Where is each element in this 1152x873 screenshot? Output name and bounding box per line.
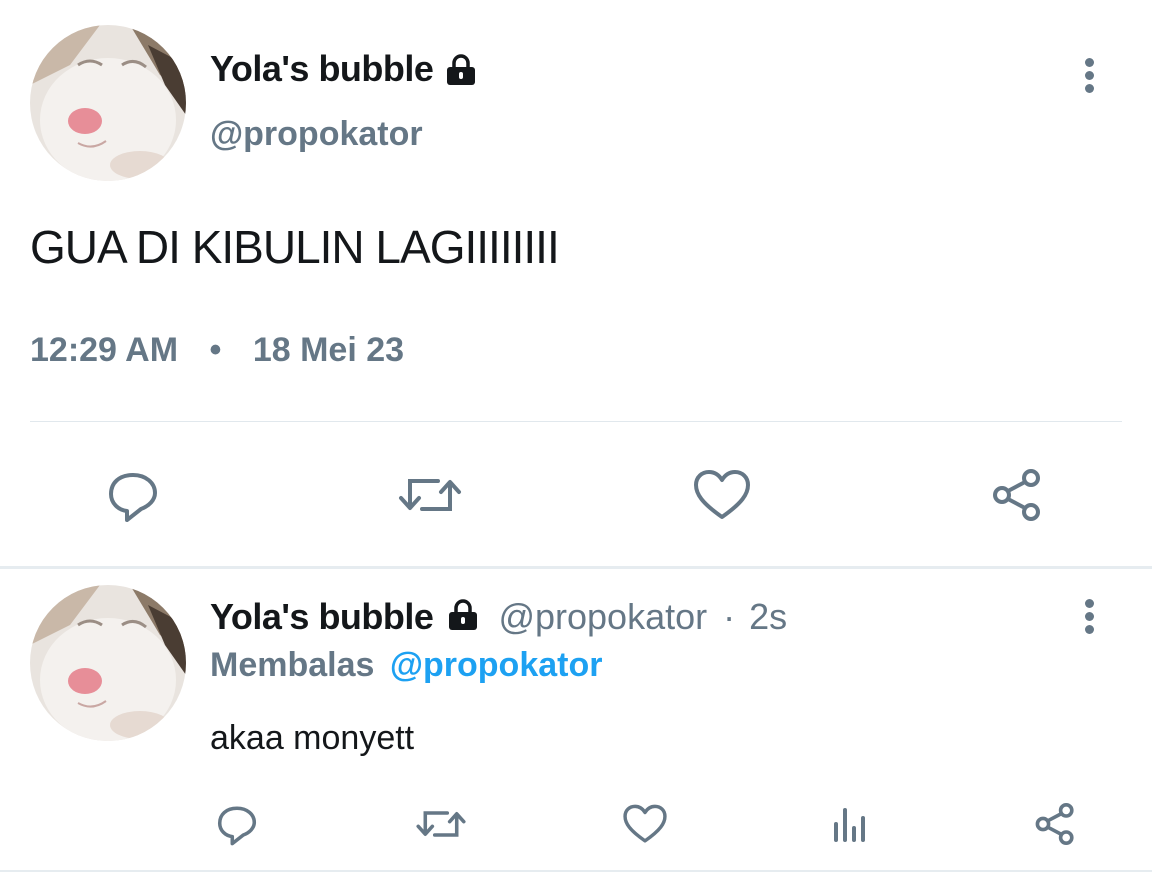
like-button[interactable] [690, 463, 754, 527]
reply-button[interactable] [101, 463, 165, 527]
retweet-button[interactable] [395, 463, 465, 527]
replying-to: Membalas @propokator [210, 644, 602, 686]
share-icon [993, 469, 1040, 521]
reply-more-vertical-icon[interactable] [1085, 595, 1094, 638]
reply-retweet-button[interactable] [413, 800, 469, 848]
reply-icon [217, 806, 257, 846]
reply-avatar[interactable] [30, 585, 186, 741]
timestamp: 12:29 AM • 18 Mei 23 [30, 330, 404, 370]
reply-icon [109, 473, 157, 522]
separator: • [209, 331, 222, 369]
display-name-text[interactable]: Yola's bubble [210, 48, 434, 89]
share-button[interactable] [985, 463, 1049, 527]
more-vertical-icon[interactable] [1085, 54, 1094, 97]
reply-time[interactable]: 2s [749, 596, 787, 637]
reply-dot: · [723, 596, 736, 637]
bottom-divider [0, 870, 1152, 872]
reply-like-button[interactable] [620, 800, 670, 848]
tweet-text: GUA DI KIBULIN LAGIIIIIIII [30, 221, 560, 273]
analytics-icon [834, 808, 865, 842]
avatar[interactable] [30, 25, 186, 181]
display-name[interactable]: Yola's bubble [210, 48, 434, 90]
heart-icon [694, 470, 750, 519]
lock-icon [444, 53, 478, 87]
reply-display-name[interactable]: Yola's bubble [210, 596, 434, 637]
heart-icon [623, 804, 667, 843]
reply-analytics-button[interactable] [825, 800, 875, 848]
reply-header: Yola's bubble @propokator · 2s [210, 596, 787, 638]
reply-text: akaa monyett [210, 719, 415, 757]
reply-lock-icon [446, 598, 480, 632]
share-icon [1035, 803, 1074, 845]
tweet-time[interactable]: 12:29 AM [30, 331, 178, 369]
replying-prefix: Membalas [210, 646, 375, 684]
divider [30, 421, 1122, 422]
handle[interactable]: @propokator [210, 113, 423, 155]
reply-share-button[interactable] [1028, 797, 1082, 851]
retweet-icon [399, 479, 461, 511]
retweet-icon [416, 811, 466, 837]
reply-reply-button[interactable] [212, 800, 262, 848]
replying-to-link[interactable]: @propokator [390, 646, 603, 684]
reply-handle[interactable]: @propokator [498, 596, 707, 637]
tweet-date[interactable]: 18 Mei 23 [253, 331, 404, 369]
section-divider [0, 566, 1152, 569]
